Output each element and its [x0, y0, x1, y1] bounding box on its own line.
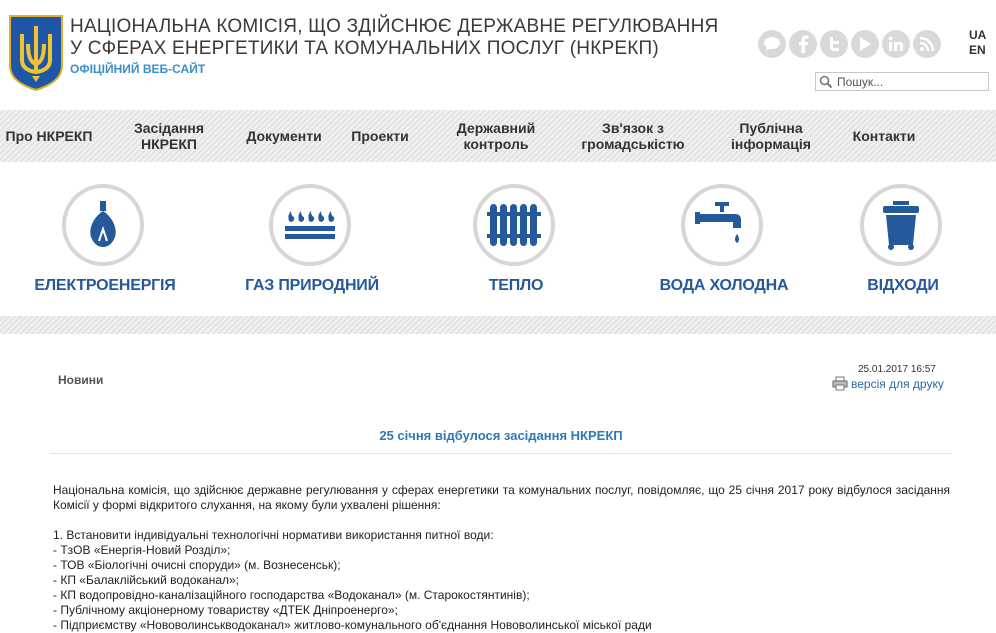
print-version-button[interactable]: версія для друку	[832, 376, 944, 391]
rss-icon[interactable]	[913, 30, 941, 58]
nav-item-state-control[interactable]: Державний контроль	[448, 110, 544, 162]
nav-item-contacts[interactable]: Контакти	[846, 110, 922, 162]
article-line: - КП «Балаклійський водоканал»;	[53, 573, 239, 587]
section-divider	[0, 316, 996, 334]
category-heat-circle	[473, 184, 555, 266]
category-cold-water-label: ВОДА ХОЛОДНА	[659, 277, 789, 294]
trident-coat-of-arms-icon[interactable]	[8, 14, 64, 92]
category-waste[interactable]: ВІДХОДИ	[803, 162, 996, 316]
site-title[interactable]: НАЦІОНАЛЬНА КОМІСІЯ, ЩО ЗДІЙСНЮЄ ДЕРЖАВН…	[70, 16, 718, 60]
category-gas-label: ГАЗ ПРИРОДНИЙ	[245, 277, 379, 294]
article-line: - ТОВ «Біологічні очисні споруди» (м. Во…	[53, 558, 341, 572]
language-switcher: UA EN	[969, 28, 986, 58]
search-placeholder: Пошук...	[837, 74, 884, 89]
radiator-icon	[487, 204, 541, 246]
site-title-line2: У СФЕРАХ ЕНЕРГЕТИКИ ТА КОМУНАЛЬНИХ ПОСЛУ…	[70, 38, 659, 59]
search-icon	[819, 75, 833, 88]
article-line: 1. Встановити індивідуальні технологічні…	[53, 528, 494, 542]
lang-ua-link[interactable]: UA	[969, 28, 986, 43]
nav-item-meetings[interactable]: Засідання НКРЕКП	[120, 110, 218, 162]
chat-icon[interactable]	[758, 30, 786, 58]
service-categories: ЕЛЕКТРОЕНЕРГІЯ ГАЗ ПРИРОДНИЙ ТЕПЛО ВОДА …	[0, 162, 996, 316]
article-title: 25 січня відбулося засідання НКРЕКП	[379, 428, 623, 443]
lightbulb-icon	[90, 201, 116, 247]
main-nav: Про НКРЕКП Засідання НКРЕКП Документи Пр…	[0, 110, 996, 162]
printer-icon	[832, 376, 848, 391]
category-heat-label: ТЕПЛО	[488, 277, 544, 294]
site-subtitle: ОФІЦІЙНИЙ ВЕБ-САЙТ	[70, 62, 206, 76]
youtube-icon[interactable]	[851, 30, 879, 58]
divider	[50, 453, 952, 454]
site-header: НАЦІОНАЛЬНА КОМІСІЯ, ЩО ЗДІЙСНЮЄ ДЕРЖАВН…	[0, 0, 996, 110]
article-line: - Публічному акціонерному товариству «ДТ…	[53, 603, 398, 617]
nav-item-documents[interactable]: Документи	[238, 110, 330, 162]
category-electricity[interactable]: ЕЛЕКТРОЕНЕРГІЯ	[5, 162, 205, 316]
breadcrumb[interactable]: Новини	[58, 373, 103, 387]
category-waste-circle	[860, 184, 942, 266]
search-input[interactable]: Пошук...	[815, 72, 989, 91]
category-waste-label: ВІДХОДИ	[867, 277, 939, 294]
article-intro: Національна комісія, що здійснює державн…	[53, 483, 950, 512]
article-line: - КП водопровідно-каналізаційного господ…	[53, 588, 530, 602]
article-line: - ТзОВ «Енергія-Новий Розділ»;	[53, 543, 231, 557]
trash-bin-icon	[883, 201, 919, 250]
nav-item-about[interactable]: Про НКРЕКП	[0, 110, 98, 162]
nav-item-public-relations[interactable]: Зв'язок з громадськістю	[574, 110, 692, 162]
category-heat[interactable]: ТЕПЛО	[416, 162, 616, 316]
facebook-icon[interactable]	[789, 30, 817, 58]
site-title-line1: НАЦІОНАЛЬНА КОМІСІЯ, ЩО ЗДІЙСНЮЄ ДЕРЖАВН…	[70, 16, 719, 37]
category-cold-water-circle	[681, 184, 763, 266]
category-electricity-circle	[62, 184, 144, 266]
publish-date: 25.01.2017 16:57	[858, 364, 936, 375]
nav-item-projects[interactable]: Проекти	[342, 110, 418, 162]
category-gas[interactable]: ГАЗ ПРИРОДНИЙ	[212, 162, 412, 316]
social-links	[758, 30, 941, 58]
lang-en-link[interactable]: EN	[969, 43, 986, 58]
article-line: - Підприємству «Нововолинськводоканал» ж…	[53, 618, 652, 632]
category-cold-water[interactable]: ВОДА ХОЛОДНА	[624, 162, 824, 316]
water-tap-icon	[695, 202, 741, 243]
gas-burner-icon	[285, 211, 335, 239]
twitter-icon[interactable]	[820, 30, 848, 58]
category-electricity-label: ЕЛЕКТРОЕНЕРГІЯ	[34, 277, 176, 294]
nav-item-public-info[interactable]: Публічна інформація	[722, 110, 820, 162]
print-version-link[interactable]: версія для друку	[851, 377, 944, 391]
article-body: Національна комісія, що здійснює державн…	[53, 483, 950, 633]
category-gas-circle	[269, 184, 351, 266]
linkedin-icon[interactable]	[882, 30, 910, 58]
